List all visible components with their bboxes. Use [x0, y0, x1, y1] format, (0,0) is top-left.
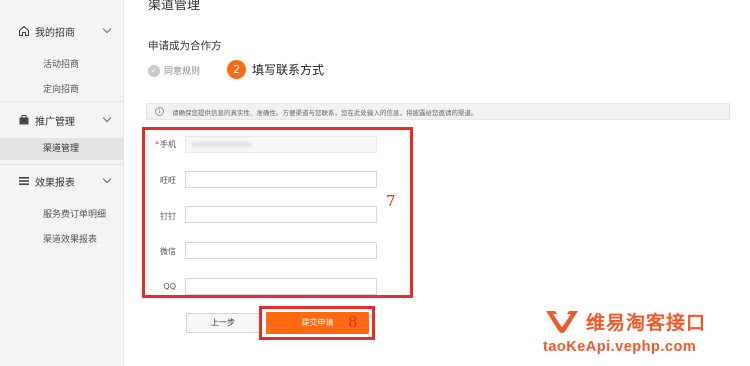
annotation-number-submit: 8: [348, 313, 358, 331]
sidebar-divider: [0, 101, 124, 102]
sidebar: 我的招商 活动招商 定向招商 推广管理 渠道管理 效果报表 服务费订单明细 渠道…: [0, 0, 124, 366]
info-notice: i 请确保您提供信息的真实性、准确性。方便渠道与您联系，您在此处输入的信息，将披…: [146, 103, 730, 120]
step-fill-contact: 2 填写联系方式: [227, 60, 324, 79]
annotation-box-form: [142, 127, 413, 298]
watermark: 维易淘客接口 taoKeApi.vephp.com: [543, 308, 743, 360]
sidebar-section-header[interactable]: 我的招商: [18, 22, 75, 40]
notice-text: 请确保您提供信息的真实性、准确性。方便渠道与您联系，您在此处输入的信息，将披露给…: [172, 108, 478, 117]
sidebar-item-channel-report[interactable]: 渠道效果报表: [43, 232, 97, 245]
step-label: 填写联系方式: [252, 63, 325, 77]
menu-icon: [18, 175, 30, 187]
previous-step-button[interactable]: 上一步: [186, 313, 260, 333]
sidebar-section-title: 我的招商: [35, 27, 75, 39]
check-icon: ✓: [148, 64, 160, 77]
sidebar-item-service-fee-orders[interactable]: 服务费订单明细: [43, 207, 106, 220]
home-icon: [18, 25, 30, 37]
step-number: 2: [227, 60, 246, 79]
info-icon: i: [155, 107, 164, 116]
annotation-box-submit: [259, 306, 375, 340]
section-title: 申请成为合作方: [148, 40, 222, 52]
sidebar-section-header[interactable]: 效果报表: [18, 172, 75, 190]
annotation-number-form: 7: [386, 192, 396, 210]
chevron-down-icon[interactable]: [102, 174, 112, 184]
watermark-cn-text: 维易淘客接口: [586, 312, 707, 334]
bag-icon: [18, 114, 30, 126]
page-title: 渠道管理: [148, 0, 201, 13]
chevron-down-icon[interactable]: [102, 24, 112, 34]
sidebar-item-targeted-merchant[interactable]: 定向招商: [43, 82, 79, 95]
sidebar-item-channel-management[interactable]: 渠道管理: [0, 138, 124, 160]
step-agree-rules: ✓ 同意规则: [148, 64, 200, 77]
step-label: 同意规则: [164, 67, 201, 77]
sidebar-section-header[interactable]: 推广管理: [18, 111, 75, 129]
chevron-down-icon[interactable]: [102, 113, 112, 123]
sidebar-divider: [0, 164, 124, 165]
brand-logo-icon: [543, 308, 581, 340]
watermark-en-text: taoKeApi.vephp.com: [543, 339, 697, 355]
sidebar-section-title: 推广管理: [35, 116, 75, 128]
sidebar-section-title: 效果报表: [35, 177, 75, 189]
sidebar-item-activity-merchant[interactable]: 活动招商: [43, 57, 79, 70]
